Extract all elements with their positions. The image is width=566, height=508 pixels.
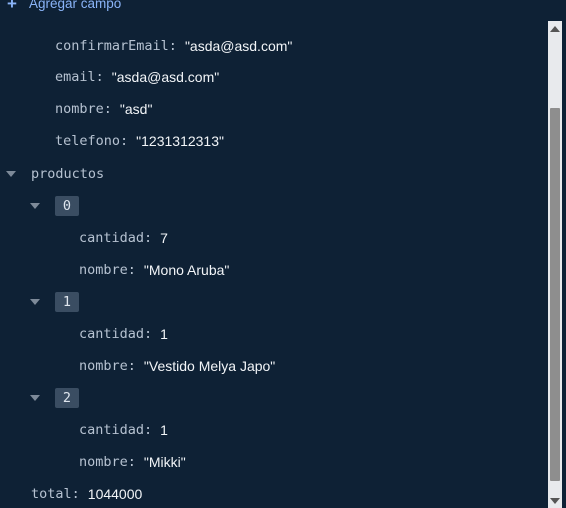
field-value: "Vestido Melya Japo" xyxy=(143,358,276,374)
array-index-badge: 1 xyxy=(55,292,79,312)
field-key: confirmarEmail xyxy=(55,38,169,54)
scrollbar-thumb[interactable] xyxy=(550,108,560,481)
caret-down-icon[interactable] xyxy=(30,299,40,305)
field-key: telefono xyxy=(55,133,121,149)
field-total[interactable]: total: 1044000 xyxy=(0,478,142,508)
field-key: nombre xyxy=(79,262,128,278)
field-value: 1 xyxy=(160,422,168,438)
field-cantidad[interactable]: cantidad: 1 xyxy=(0,414,168,446)
field-key: nombre xyxy=(55,101,104,117)
field-telefono[interactable]: telefono: "1231312313" xyxy=(0,125,224,157)
array-index-badge: 2 xyxy=(55,388,79,408)
field-confirmar-email[interactable]: confirmarEmail: "asda@asd.com" xyxy=(0,30,292,62)
field-value: 1 xyxy=(160,326,168,342)
field-key: email xyxy=(55,69,96,85)
field-key: nombre xyxy=(79,358,128,374)
field-value: 1044000 xyxy=(87,486,143,502)
plus-icon: + xyxy=(7,0,17,13)
add-field-label: Agregar campo xyxy=(29,0,122,11)
caret-down-icon[interactable] xyxy=(30,395,40,401)
field-key: productos xyxy=(31,166,105,182)
field-nombre[interactable]: nombre: "Mono Aruba" xyxy=(0,254,229,286)
scroll-up-arrow-icon[interactable] xyxy=(550,26,560,32)
field-productos[interactable]: productos xyxy=(0,158,104,190)
field-value: 7 xyxy=(160,230,168,246)
field-value: "asda@asd.com" xyxy=(184,38,293,54)
caret-down-icon[interactable] xyxy=(30,203,40,209)
field-key: cantidad xyxy=(79,326,145,342)
field-key: cantidad xyxy=(79,422,145,438)
field-nombre[interactable]: nombre: "asd" xyxy=(0,93,152,125)
array-index-badge: 0 xyxy=(55,196,79,216)
field-nombre[interactable]: nombre: "Mikki" xyxy=(0,446,186,478)
field-value: "asd" xyxy=(119,101,153,117)
field-value: "asda@asd.com" xyxy=(111,69,220,85)
field-key: nombre xyxy=(79,454,128,470)
scroll-down-arrow-icon[interactable] xyxy=(550,498,560,504)
field-value: "Mono Aruba" xyxy=(143,262,230,278)
field-key: total xyxy=(31,486,72,502)
vertical-scrollbar[interactable] xyxy=(548,21,562,508)
field-value: "Mikki" xyxy=(143,454,186,470)
field-cantidad[interactable]: cantidad: 1 xyxy=(0,318,168,350)
field-cantidad[interactable]: cantidad: 7 xyxy=(0,222,168,254)
add-field-button[interactable]: + Agregar campo xyxy=(7,0,121,13)
field-email[interactable]: email: "asda@asd.com" xyxy=(0,61,219,93)
field-nombre[interactable]: nombre: "Vestido Melya Japo" xyxy=(0,350,275,382)
document-viewer: + Agregar campo confirmarEmail: "asda@as… xyxy=(0,0,566,508)
field-key: cantidad xyxy=(79,230,145,246)
field-value: "1231312313" xyxy=(136,133,224,149)
